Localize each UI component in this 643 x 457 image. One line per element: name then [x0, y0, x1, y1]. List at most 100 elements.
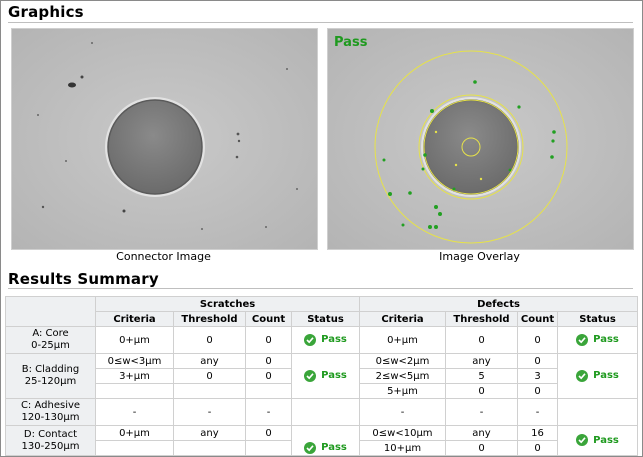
defect-criteria: 5+μm [359, 383, 446, 399]
defect-count: 0 [517, 383, 558, 399]
scratch-criteria [95, 383, 174, 399]
scratch-count-header: Count [245, 311, 292, 327]
defect-criteria: 0+μm [359, 326, 446, 354]
scratch-threshold: any [173, 425, 246, 441]
defect-count: 0 [517, 326, 558, 354]
scratch-criteria [95, 440, 174, 456]
scratch-criteria-header: Criteria [95, 311, 174, 327]
defect-count: - [517, 398, 558, 426]
graphics-divider [8, 22, 633, 23]
defect-criteria: 0≤w<10μm [359, 425, 446, 441]
defect-threshold: 5 [445, 368, 518, 384]
defect-count: 16 [517, 425, 558, 441]
status-text: Pass [321, 334, 347, 345]
scratch-count: 0 [245, 326, 292, 354]
scratch-criteria: 0+μm [95, 425, 174, 441]
zone-header-cell [5, 296, 96, 327]
graphics-title: Graphics [8, 3, 84, 21]
zone-contact: D: Contact 130-250μm [5, 425, 96, 456]
scratch-threshold: 0 [173, 368, 246, 384]
defect-criteria: 10+μm [359, 440, 446, 456]
defect-status: Pass [556, 353, 639, 399]
check-icon [304, 369, 317, 382]
scratch-status [291, 398, 360, 426]
defect-threshold: any [445, 353, 518, 369]
defect-criteria-header: Criteria [359, 311, 446, 327]
scratch-threshold-header: Threshold [173, 311, 246, 327]
defect-status [556, 398, 639, 426]
scratch-status: Pass [291, 353, 360, 399]
zone-core: A: Core 0-25μm [5, 326, 96, 354]
image-overlay-caption: Image Overlay [439, 250, 520, 263]
connector-image-caption: Connector Image [116, 250, 211, 263]
defect-threshold: - [445, 398, 518, 426]
defect-criteria: - [359, 398, 446, 426]
check-icon [304, 441, 317, 454]
zone-range: 0-25μm [31, 340, 70, 351]
scratch-status: Pass [291, 440, 360, 456]
defect-status-header: Status [556, 311, 639, 327]
defect-criteria: 2≤w<5μm [359, 368, 446, 384]
zone-cladding: B: Cladding 25-120μm [5, 353, 96, 399]
scratch-threshold [173, 383, 246, 399]
defect-threshold: 0 [445, 326, 518, 354]
scratch-count [245, 383, 292, 399]
status-text: Pass [321, 442, 347, 453]
defects-header: Defects [358, 296, 639, 312]
scratch-count: 0 [245, 353, 292, 369]
zone-name: B: Cladding [21, 364, 80, 375]
image-overlay: Pass [327, 28, 634, 250]
check-icon [576, 333, 589, 346]
scratch-criteria: - [95, 398, 174, 426]
status-badge: Pass [304, 441, 347, 454]
status-badge: Pass [304, 333, 347, 346]
connector-image [11, 28, 318, 250]
defect-threshold: 0 [445, 383, 518, 399]
status-badge: Pass [576, 333, 619, 346]
scratch-criteria: 0≤w<3μm [95, 353, 174, 369]
status-badge: Pass [304, 369, 347, 382]
defect-count: 0 [517, 353, 558, 369]
scratch-status-spacer [291, 425, 360, 441]
defect-threshold-header: Threshold [445, 311, 518, 327]
defect-status: Pass [556, 326, 639, 354]
defect-threshold: any [445, 425, 518, 441]
status-text: Pass [593, 434, 619, 446]
scratch-criteria: 3+μm [95, 368, 174, 384]
zone-range: 25-120μm [24, 376, 77, 387]
defect-threshold: 0 [445, 440, 518, 456]
overlay-pass-status: Pass [334, 35, 368, 50]
zone-name: C: Adhesive [20, 400, 81, 411]
defect-count: 3 [517, 368, 558, 384]
status-badge: Pass [576, 434, 619, 446]
defect-count-header: Count [517, 311, 558, 327]
scratch-count: 0 [245, 368, 292, 384]
status-badge: Pass [576, 369, 619, 382]
defect-count: 0 [517, 440, 558, 456]
scratch-count [245, 440, 292, 456]
zone-adhesive: C: Adhesive 120-130μm [5, 398, 96, 426]
zone-name: D: Contact [23, 428, 78, 440]
scratch-count: - [245, 398, 292, 426]
scratch-threshold: - [173, 398, 246, 426]
scratch-count: 0 [245, 425, 292, 441]
results-divider [8, 288, 633, 289]
scratch-threshold: 0 [173, 326, 246, 354]
check-icon [576, 369, 589, 382]
results-summary-title: Results Summary [8, 270, 159, 288]
check-icon [576, 434, 589, 446]
scratches-header: Scratches [95, 296, 360, 312]
zone-range: 130-250μm [21, 440, 80, 452]
check-icon [304, 333, 317, 346]
scratch-status: Pass [291, 326, 360, 354]
defect-status: Pass [556, 425, 639, 456]
scratch-criteria: 0+μm [95, 326, 174, 354]
status-text: Pass [321, 370, 347, 381]
defect-criteria: 0≤w<2μm [359, 353, 446, 369]
scratch-status-header: Status [291, 311, 360, 327]
zone-name: A: Core [32, 328, 69, 339]
zone-range: 120-130μm [21, 412, 80, 423]
scratch-threshold: any [173, 353, 246, 369]
status-text: Pass [593, 334, 619, 345]
scratch-threshold [173, 440, 246, 456]
